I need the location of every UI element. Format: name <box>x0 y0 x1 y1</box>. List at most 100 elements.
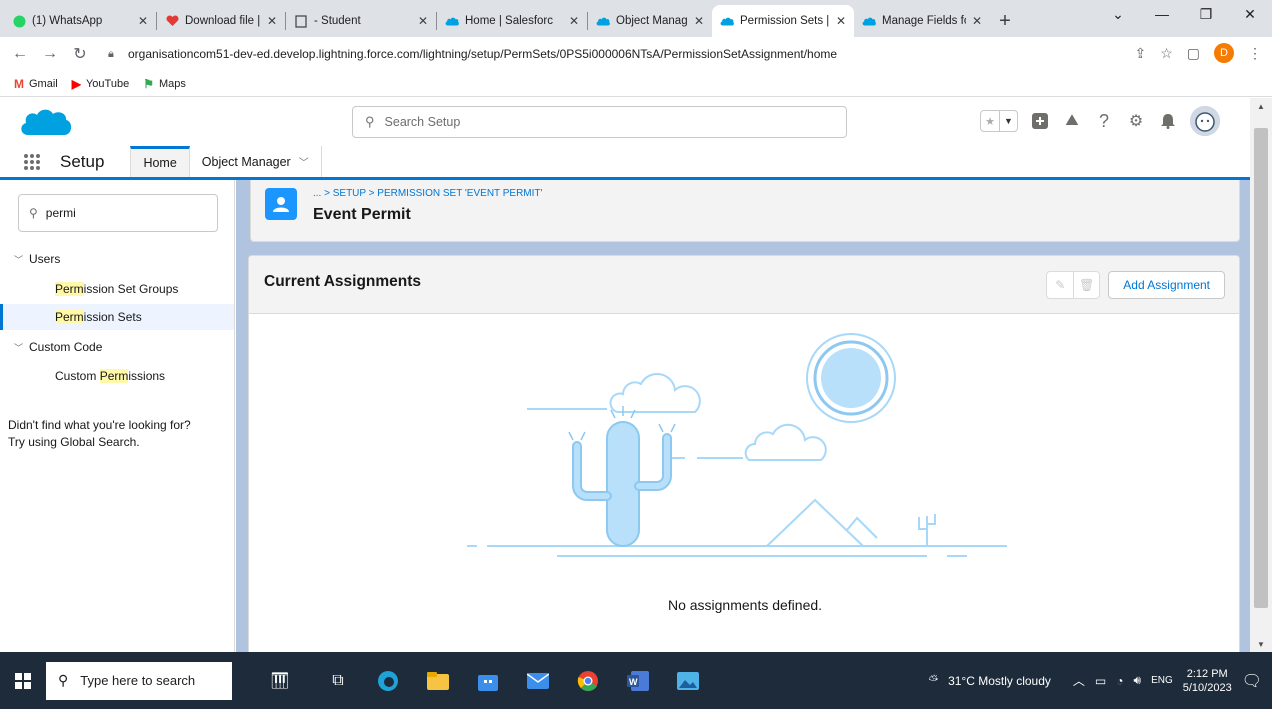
wifi-icon[interactable]: ◔ <box>1116 674 1123 688</box>
edge-browser-icon[interactable] <box>366 659 410 703</box>
breadcrumb[interactable]: ... > SETUP > PERMISSION SET 'EVENT PERM… <box>313 188 542 199</box>
share-icon[interactable]: ⇪ <box>1134 45 1146 62</box>
scroll-up-icon[interactable]: ▲ <box>1250 98 1272 114</box>
browser-tab[interactable]: Permission Sets | ✕ <box>712 5 854 37</box>
delete-trash-icon[interactable]: 🗑︎ <box>1073 272 1099 298</box>
file-explorer-icon[interactable] <box>416 659 460 703</box>
sidebar-item-permission-set-groups[interactable]: Permission Set Groups <box>0 276 234 302</box>
global-actions-icon[interactable] <box>1030 111 1050 131</box>
chrome-icon[interactable] <box>566 659 610 703</box>
chevron-down-icon[interactable]: ﹀ <box>299 154 309 169</box>
photos-icon[interactable] <box>666 659 710 703</box>
browser-tab-title: Manage Fields fo <box>882 15 966 27</box>
task-view-icon[interactable]: ⧉ <box>316 659 360 703</box>
search-icon: ⚲ <box>365 114 375 129</box>
bookmark-gmail[interactable]: M Gmail <box>14 77 58 91</box>
main-content: ... > SETUP > PERMISSION SET 'EVENT PERM… <box>236 180 1250 652</box>
language-indicator[interactable]: ENG <box>1151 675 1173 686</box>
clock-time: 2:12 PM <box>1186 667 1228 680</box>
sidebar-item-custom-permissions[interactable]: Custom Permissions <box>0 363 234 389</box>
volume-icon[interactable]: 🔊︎ <box>1134 673 1142 688</box>
reload-icon[interactable]: ↻ <box>68 44 92 64</box>
setup-search-input[interactable]: ⚲ Search Setup <box>352 106 847 138</box>
nav-tab-object-manager-label: Object Manager <box>201 154 291 169</box>
browser-tab[interactable]: Object Manager | ✕ <box>588 5 712 37</box>
close-tab-icon[interactable]: ✕ <box>267 14 277 28</box>
nav-tab-object-manager[interactable]: Object Manager ﹀ <box>190 146 322 177</box>
network-icon[interactable]: ▭ <box>1095 674 1106 688</box>
notifications-bell-icon[interactable] <box>1158 111 1178 131</box>
forward-icon[interactable]: → <box>38 45 62 63</box>
nav-tab-home[interactable]: Home <box>130 146 190 177</box>
page-header: ... > SETUP > PERMISSION SET 'EVENT PERM… <box>250 180 1240 242</box>
user-icon <box>265 188 297 220</box>
bookmark-label: Maps <box>158 77 186 90</box>
browser-tab-title: Home | Salesforc <box>465 15 553 27</box>
restore-icon[interactable]: ❐ <box>1184 0 1228 28</box>
favorites-dropdown-icon[interactable]: ▼ <box>999 111 1017 131</box>
edit-pencil-icon[interactable]: ✎ <box>1047 272 1073 298</box>
mail-icon[interactable] <box>516 659 560 703</box>
gmail-icon: M <box>14 76 24 91</box>
minimize-icon[interactable]: — <box>1140 0 1184 28</box>
row-actions-group: ✎ 🗑︎ <box>1046 271 1101 299</box>
browser-tab[interactable]: - Student ✕ <box>286 5 436 37</box>
address-bar: ← → ↻ 🔒︎ organisationcom51-dev-ed.develo… <box>0 37 1272 71</box>
close-window-icon[interactable]: ✕ <box>1228 0 1272 28</box>
url-field[interactable]: 🔒︎ organisationcom51-dev-ed.develop.ligh… <box>108 42 1193 66</box>
close-tab-icon[interactable]: ✕ <box>138 14 148 28</box>
app-launcher-icon[interactable] <box>24 153 40 170</box>
user-avatar[interactable] <box>1190 106 1220 136</box>
trailhead-icon[interactable]: ⛰ <box>1062 111 1082 131</box>
close-tab-icon[interactable]: ✕ <box>972 14 982 28</box>
current-assignments-card: Current Assignments ✎ 🗑︎ Add Assignment <box>248 255 1240 652</box>
tree-category-custom-code[interactable]: ﹀ Custom Code <box>14 340 102 354</box>
setup-gear-icon[interactable]: ⚙ <box>1126 111 1146 131</box>
search-icon: ⚲ <box>58 672 69 688</box>
browser-tab-title: - Student <box>314 15 361 27</box>
new-tab-button[interactable]: + <box>990 5 1020 37</box>
tree-category-users[interactable]: ﹀ Users <box>14 252 60 266</box>
sf-global-header: ⚲ Search Setup ★ ▼ ⛰ ? ⚙ <box>0 98 1250 146</box>
app-name: Setup <box>60 151 105 171</box>
bookmark-youtube[interactable]: ▶ YouTube <box>72 77 129 91</box>
taskbar-search-input[interactable]: ⚲ Type here to search <box>46 661 232 700</box>
add-assignment-button[interactable]: Add Assignment <box>1108 271 1225 299</box>
piano-app-icon[interactable]: 🎹︎ <box>250 659 310 703</box>
scroll-down-icon[interactable]: ▼ <box>1250 636 1272 652</box>
sidebar-item-permission-sets[interactable]: Permission Sets <box>0 304 234 330</box>
help-icon[interactable]: ? <box>1094 111 1114 131</box>
side-panel-icon[interactable]: ▢ <box>1187 45 1200 62</box>
browser-tab[interactable]: Manage Fields fo ✕ <box>854 5 990 37</box>
back-icon[interactable]: ← <box>8 45 32 63</box>
browser-tab[interactable]: (1) WhatsApp ✕ <box>4 5 156 37</box>
favorite-star-icon[interactable]: ★ <box>981 111 999 131</box>
weather-cloud-icon[interactable]: ⛅︎ <box>928 673 938 688</box>
tray-chevron-up-icon[interactable]: ︿ <box>1073 672 1085 689</box>
store-icon[interactable] <box>466 659 510 703</box>
bookmark-star-icon[interactable]: ☆ <box>1160 45 1173 62</box>
close-tab-icon[interactable]: ✕ <box>694 14 704 28</box>
notifications-icon[interactable]: 🗨︎ <box>1242 671 1262 691</box>
quick-find-input[interactable]: ⚲ permi <box>18 194 218 232</box>
profile-avatar[interactable]: D <box>1214 43 1234 63</box>
bookmark-maps[interactable]: ⚑ Maps <box>143 77 186 91</box>
page-scrollbar[interactable]: ▲ ▼ <box>1250 98 1272 652</box>
close-tab-icon[interactable]: ✕ <box>836 14 846 28</box>
bookmarks-bar: M Gmail ▶ YouTube ⚑ Maps <box>0 71 1272 97</box>
taskbar-clock[interactable]: 2:12 PM 5/10/2023 <box>1183 667 1232 695</box>
tab-search-icon[interactable]: ⌄ <box>1096 0 1140 28</box>
browser-menu-icon[interactable]: ⋮ <box>1248 45 1262 62</box>
browser-tab[interactable]: Download file | il ✕ <box>157 5 285 37</box>
scrollbar-thumb[interactable] <box>1254 128 1268 608</box>
browser-tab-strip: (1) WhatsApp ✕ Download file | il ✕ - Studen… <box>0 0 1272 37</box>
youtube-icon: ▶ <box>71 76 81 91</box>
salesforce-logo[interactable] <box>18 105 74 144</box>
word-icon[interactable]: W <box>616 659 660 703</box>
close-tab-icon[interactable]: ✕ <box>418 14 428 28</box>
weather-text[interactable]: 31°C Mostly cloudy <box>948 674 1051 688</box>
browser-tab[interactable]: Home | Salesforc ✕ <box>437 5 587 37</box>
close-tab-icon[interactable]: ✕ <box>569 14 579 28</box>
windows-start-icon[interactable] <box>0 652 46 709</box>
bookmark-label: YouTube <box>85 77 130 90</box>
